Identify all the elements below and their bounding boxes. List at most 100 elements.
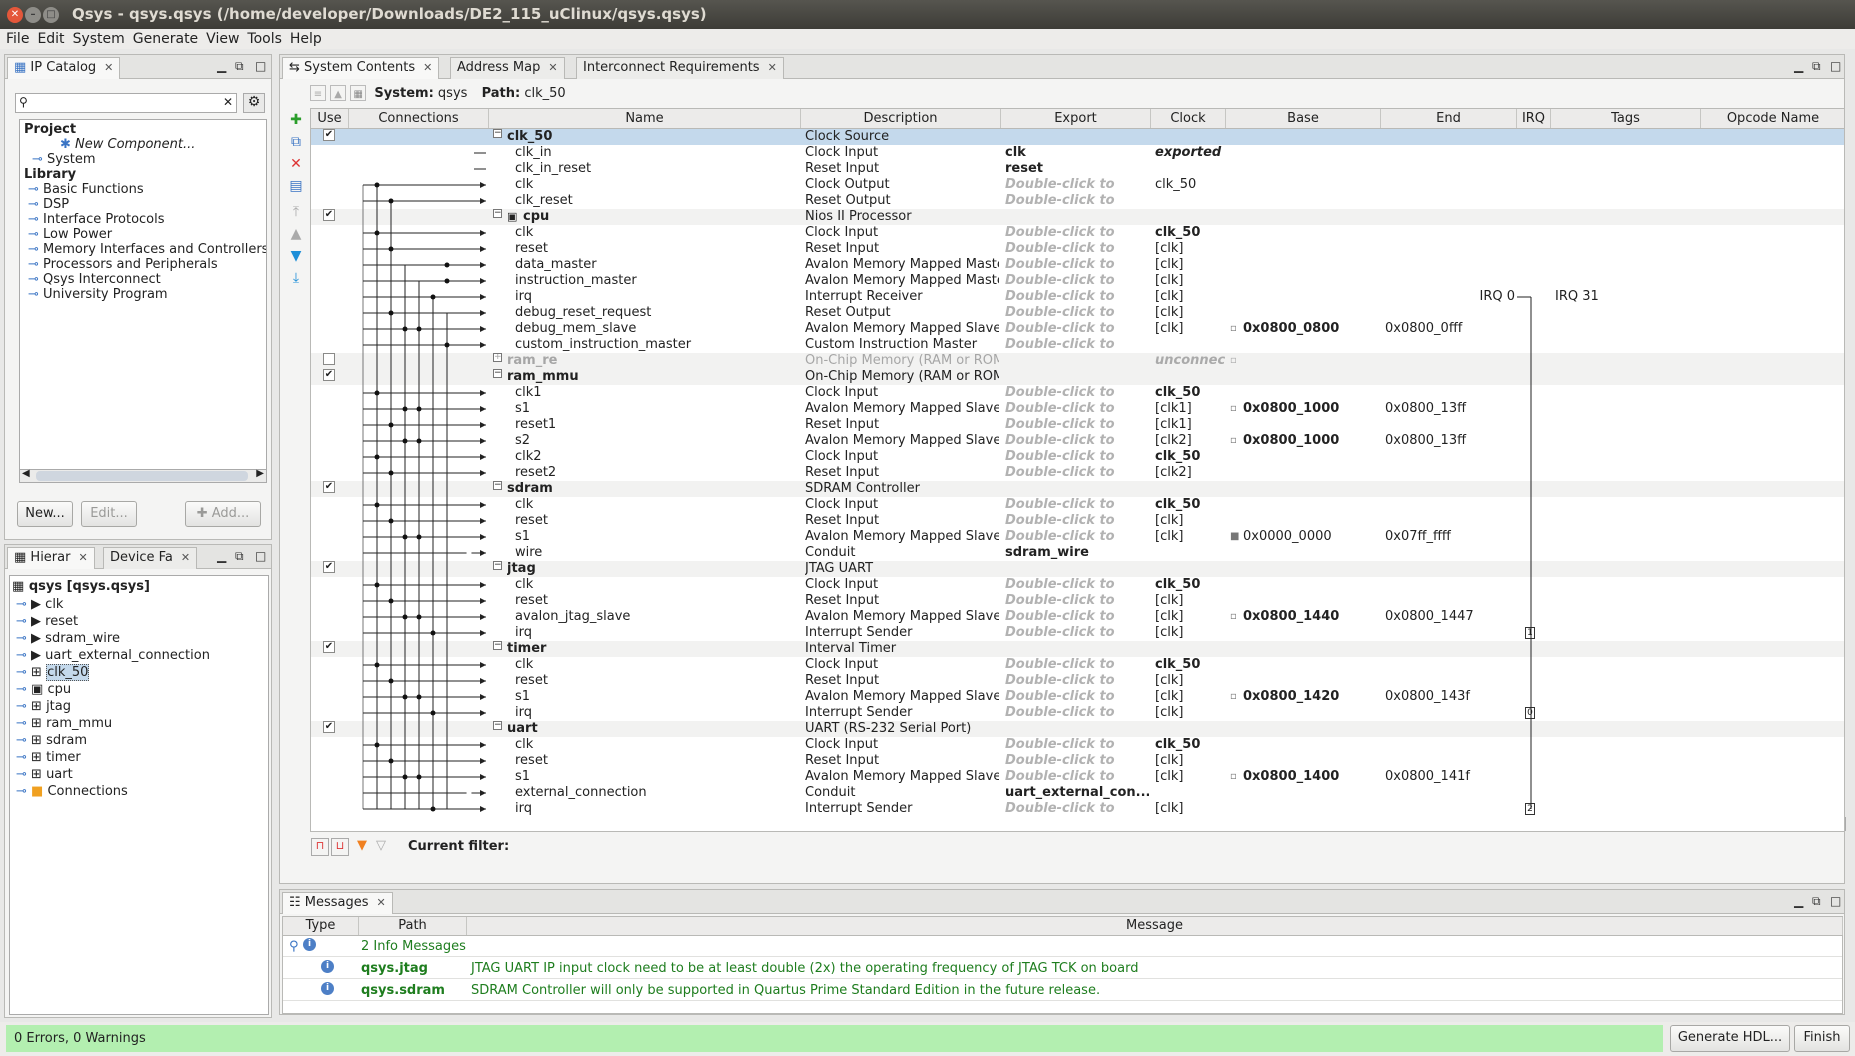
menu-tools[interactable]: Tools: [243, 29, 286, 49]
export-cell[interactable]: Double-click to: [1005, 513, 1149, 529]
interface-row[interactable]: clk Clock Input Double-click to clk_50: [311, 657, 1844, 673]
tree-item-interface-protocols[interactable]: ⊸ Interface Protocols: [24, 212, 262, 227]
hierarchy-item-cpu[interactable]: ⊸ ▣ cpu: [12, 681, 266, 698]
export-cell[interactable]: Double-click to: [1005, 689, 1149, 705]
tree-item-new-component[interactable]: ✱ New Component...: [24, 137, 262, 152]
export-cell[interactable]: Double-click to: [1005, 497, 1149, 513]
use-checkbox[interactable]: ✔: [323, 369, 335, 381]
component-row[interactable]: ✔ − sdram SDRAM Controller: [311, 481, 1844, 497]
clock-cell[interactable]: [clk]: [1155, 305, 1225, 321]
export-cell[interactable]: Double-click to: [1005, 193, 1149, 209]
interface-row[interactable]: s1 Avalon Memory Mapped Slave Double-click…: [311, 529, 1844, 545]
message-row[interactable]: i qsys.sdram SDRAM Controller will only …: [283, 980, 1842, 1001]
clock-cell[interactable]: [clk]: [1155, 609, 1225, 625]
col-path[interactable]: Path: [359, 917, 467, 935]
tab-interconnect-requirements[interactable]: Interconnect Requirements ✕: [576, 57, 784, 79]
export-cell[interactable]: clk: [1005, 145, 1149, 161]
clock-cell[interactable]: [clk]: [1155, 529, 1225, 545]
interface-row[interactable]: external_connection Conduit uart_external_…: [311, 785, 1844, 801]
col-base[interactable]: Base: [1226, 109, 1381, 128]
interface-row[interactable]: reset Reset Input Double-click to [clk]: [311, 753, 1844, 769]
component-name[interactable]: uart: [507, 721, 787, 737]
export-cell[interactable]: Double-click to: [1005, 449, 1149, 465]
export-cell[interactable]: Double-click to: [1005, 737, 1149, 753]
interface-row[interactable]: reset Reset Input Double-click to [clk]: [311, 241, 1844, 257]
hierarchy-item-jtag[interactable]: ⊸ ⊞ jtag: [12, 698, 266, 715]
component-name[interactable]: ram_mmu: [507, 369, 787, 385]
export-cell[interactable]: sdram_wire: [1005, 545, 1149, 561]
collapse-icon[interactable]: −: [493, 209, 502, 218]
tree-item-basic-functions[interactable]: ⊸ Basic Functions: [24, 182, 262, 197]
unlock-icon[interactable]: ▫: [1230, 433, 1237, 449]
message-summary-row[interactable]: ⚲ i 2 Info Messages: [283, 936, 1842, 957]
base-address[interactable]: 0x0800_1000: [1243, 401, 1377, 417]
interface-row[interactable]: clk_reset Reset Output Double-click to: [311, 193, 1844, 209]
clock-cell[interactable]: [clk]: [1155, 801, 1225, 817]
col-tags[interactable]: Tags: [1551, 109, 1701, 128]
export-cell[interactable]: Double-click to: [1005, 241, 1149, 257]
clock-domain-icon[interactable]: ⊓: [311, 838, 329, 856]
clock-cell[interactable]: clk_50: [1155, 225, 1225, 241]
interface-row[interactable]: clk Clock Input Double-click to clk_50: [311, 497, 1844, 513]
hierarchy-item-sdram[interactable]: ⊸ ⊞ sdram: [12, 732, 266, 749]
close-icon[interactable]: ✕: [78, 551, 87, 564]
new-button[interactable]: New...: [17, 501, 73, 527]
hierarchy-item-reset[interactable]: ⊸ ▶ reset: [12, 613, 266, 630]
interface-row[interactable]: instruction_master Avalon Memory Mapped M…: [311, 273, 1844, 289]
float-icon[interactable]: ⧉: [1812, 59, 1821, 74]
clock-cell[interactable]: clk_50: [1155, 177, 1225, 193]
horizontal-scrollbar[interactable]: ◀ ▶: [19, 468, 267, 483]
close-window-button[interactable]: ✕: [7, 7, 23, 23]
col-connections[interactable]: Connections: [349, 109, 489, 128]
export-cell[interactable]: Double-click to: [1005, 625, 1149, 641]
export-cell[interactable]: Double-click to: [1005, 529, 1149, 545]
interface-row[interactable]: s1 Avalon Memory Mapped Slave Double-click…: [311, 689, 1844, 705]
scroll-thumb[interactable]: [36, 471, 248, 481]
export-cell[interactable]: Double-click to: [1005, 417, 1149, 433]
menu-view[interactable]: View: [202, 29, 243, 49]
col-opcode-name[interactable]: Opcode Name: [1701, 109, 1844, 128]
tree-item-dsp[interactable]: ⊸ DSP: [24, 197, 262, 212]
component-row[interactable]: ✔ − ▣ cpu Nios II Processor: [311, 209, 1844, 225]
float-icon[interactable]: ⧉: [1812, 894, 1821, 909]
generate-hdl-button[interactable]: Generate HDL...: [1670, 1025, 1790, 1052]
export-cell[interactable]: Double-click to: [1005, 673, 1149, 689]
close-icon[interactable]: ✕: [377, 896, 386, 909]
col-clock[interactable]: Clock: [1151, 109, 1226, 128]
col-type[interactable]: Type: [283, 917, 359, 935]
collapse-icon[interactable]: −: [493, 721, 502, 730]
component-row[interactable]: ✔ − uart UART (RS-232 Serial Port): [311, 721, 1844, 737]
component-row[interactable]: ✔ − clk_50 Clock Source: [311, 129, 1844, 145]
float-icon[interactable]: ⧉: [235, 59, 244, 74]
interface-row[interactable]: clk2 Clock Input Double-click to clk_50: [311, 449, 1844, 465]
pin-icon[interactable]: ⚲: [289, 936, 299, 957]
add-button[interactable]: ✚ Add...: [185, 501, 261, 527]
interface-row[interactable]: clk Clock Input Double-click to clk_50: [311, 577, 1844, 593]
move-down-icon[interactable]: ▼: [286, 246, 306, 266]
tree-item-qsys-interconnect[interactable]: ⊸ Qsys Interconnect: [24, 272, 262, 287]
interface-row[interactable]: clk_in_reset Reset Input reset: [311, 161, 1844, 177]
clock-cell[interactable]: [clk]: [1155, 257, 1225, 273]
ip-search-input[interactable]: ⚲ ✕: [15, 93, 237, 113]
base-address[interactable]: 0x0800_1000: [1243, 433, 1377, 449]
clock-cell[interactable]: [clk]: [1155, 289, 1225, 305]
component-name[interactable]: timer: [507, 641, 787, 657]
clock-cell[interactable]: [clk]: [1155, 625, 1225, 641]
clock-cell[interactable]: [clk]: [1155, 593, 1225, 609]
scroll-right-icon[interactable]: ▶: [256, 468, 264, 479]
base-address[interactable]: 0x0800_1440: [1243, 609, 1377, 625]
minimize-icon[interactable]: ▁: [1794, 894, 1803, 908]
interface-row[interactable]: reset1 Reset Input Double-click to [clk1]: [311, 417, 1844, 433]
unlock-icon[interactable]: ▫: [1230, 609, 1237, 625]
menu-system[interactable]: System: [69, 29, 129, 49]
hierarchy-item-sdram-wire[interactable]: ⊸ ▶ sdram_wire: [12, 630, 266, 647]
export-cell[interactable]: Double-click to: [1005, 337, 1149, 353]
export-cell[interactable]: Double-click to: [1005, 225, 1149, 241]
export-cell[interactable]: Double-click to: [1005, 401, 1149, 417]
export-cell[interactable]: Double-click to: [1005, 385, 1149, 401]
component-name[interactable]: jtag: [507, 561, 787, 577]
interface-row[interactable]: reset Reset Input Double-click to [clk]: [311, 593, 1844, 609]
use-checkbox[interactable]: ✔: [323, 641, 335, 653]
col-use[interactable]: Use: [311, 109, 349, 128]
collapse-icon[interactable]: −: [493, 561, 502, 570]
